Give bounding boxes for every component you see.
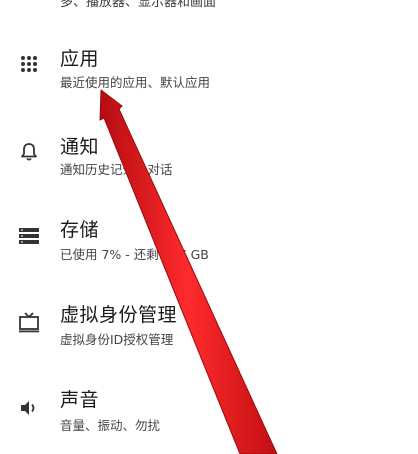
settings-item-storage[interactable]: 存储 已使用 7% - 还剩 127 GB: [0, 193, 418, 279]
settings-item-subtitle: 虚拟身份ID授权管理: [60, 332, 174, 347]
speaker-icon: [16, 395, 42, 421]
settings-item-title: 通知: [60, 136, 100, 158]
settings-item-title: 应用: [60, 48, 100, 70]
settings-item-subtitle: 已使用 7% - 还剩 127 GB: [60, 247, 209, 262]
settings-item-sound[interactable]: 声音 音量、振动、勿扰: [0, 365, 418, 451]
settings-item-subtitle: 音量、振动、勿扰: [60, 418, 161, 433]
settings-item-subtitle: 通知历史记录、对话: [60, 162, 173, 177]
apps-grid-icon: [16, 51, 42, 77]
settings-item-title: 虚拟身份管理: [60, 304, 178, 326]
partial-top-subtitle: 多、播放器、显示器和画面: [60, 0, 217, 10]
bell-icon: [16, 139, 42, 165]
settings-item-virtual-identity[interactable]: 虚拟身份管理 虚拟身份ID授权管理: [0, 279, 418, 365]
settings-item-subtitle: 最近使用的应用、默认应用: [60, 75, 211, 90]
tv-icon: [16, 309, 42, 335]
settings-item-apps[interactable]: 应用 最近使用的应用、默认应用: [0, 21, 418, 107]
settings-item-title: 声音: [60, 389, 100, 411]
storage-icon: [16, 223, 42, 249]
settings-item-notifications[interactable]: 通知 通知历史记录、对话: [0, 107, 418, 193]
settings-item-title: 存储: [60, 219, 100, 241]
